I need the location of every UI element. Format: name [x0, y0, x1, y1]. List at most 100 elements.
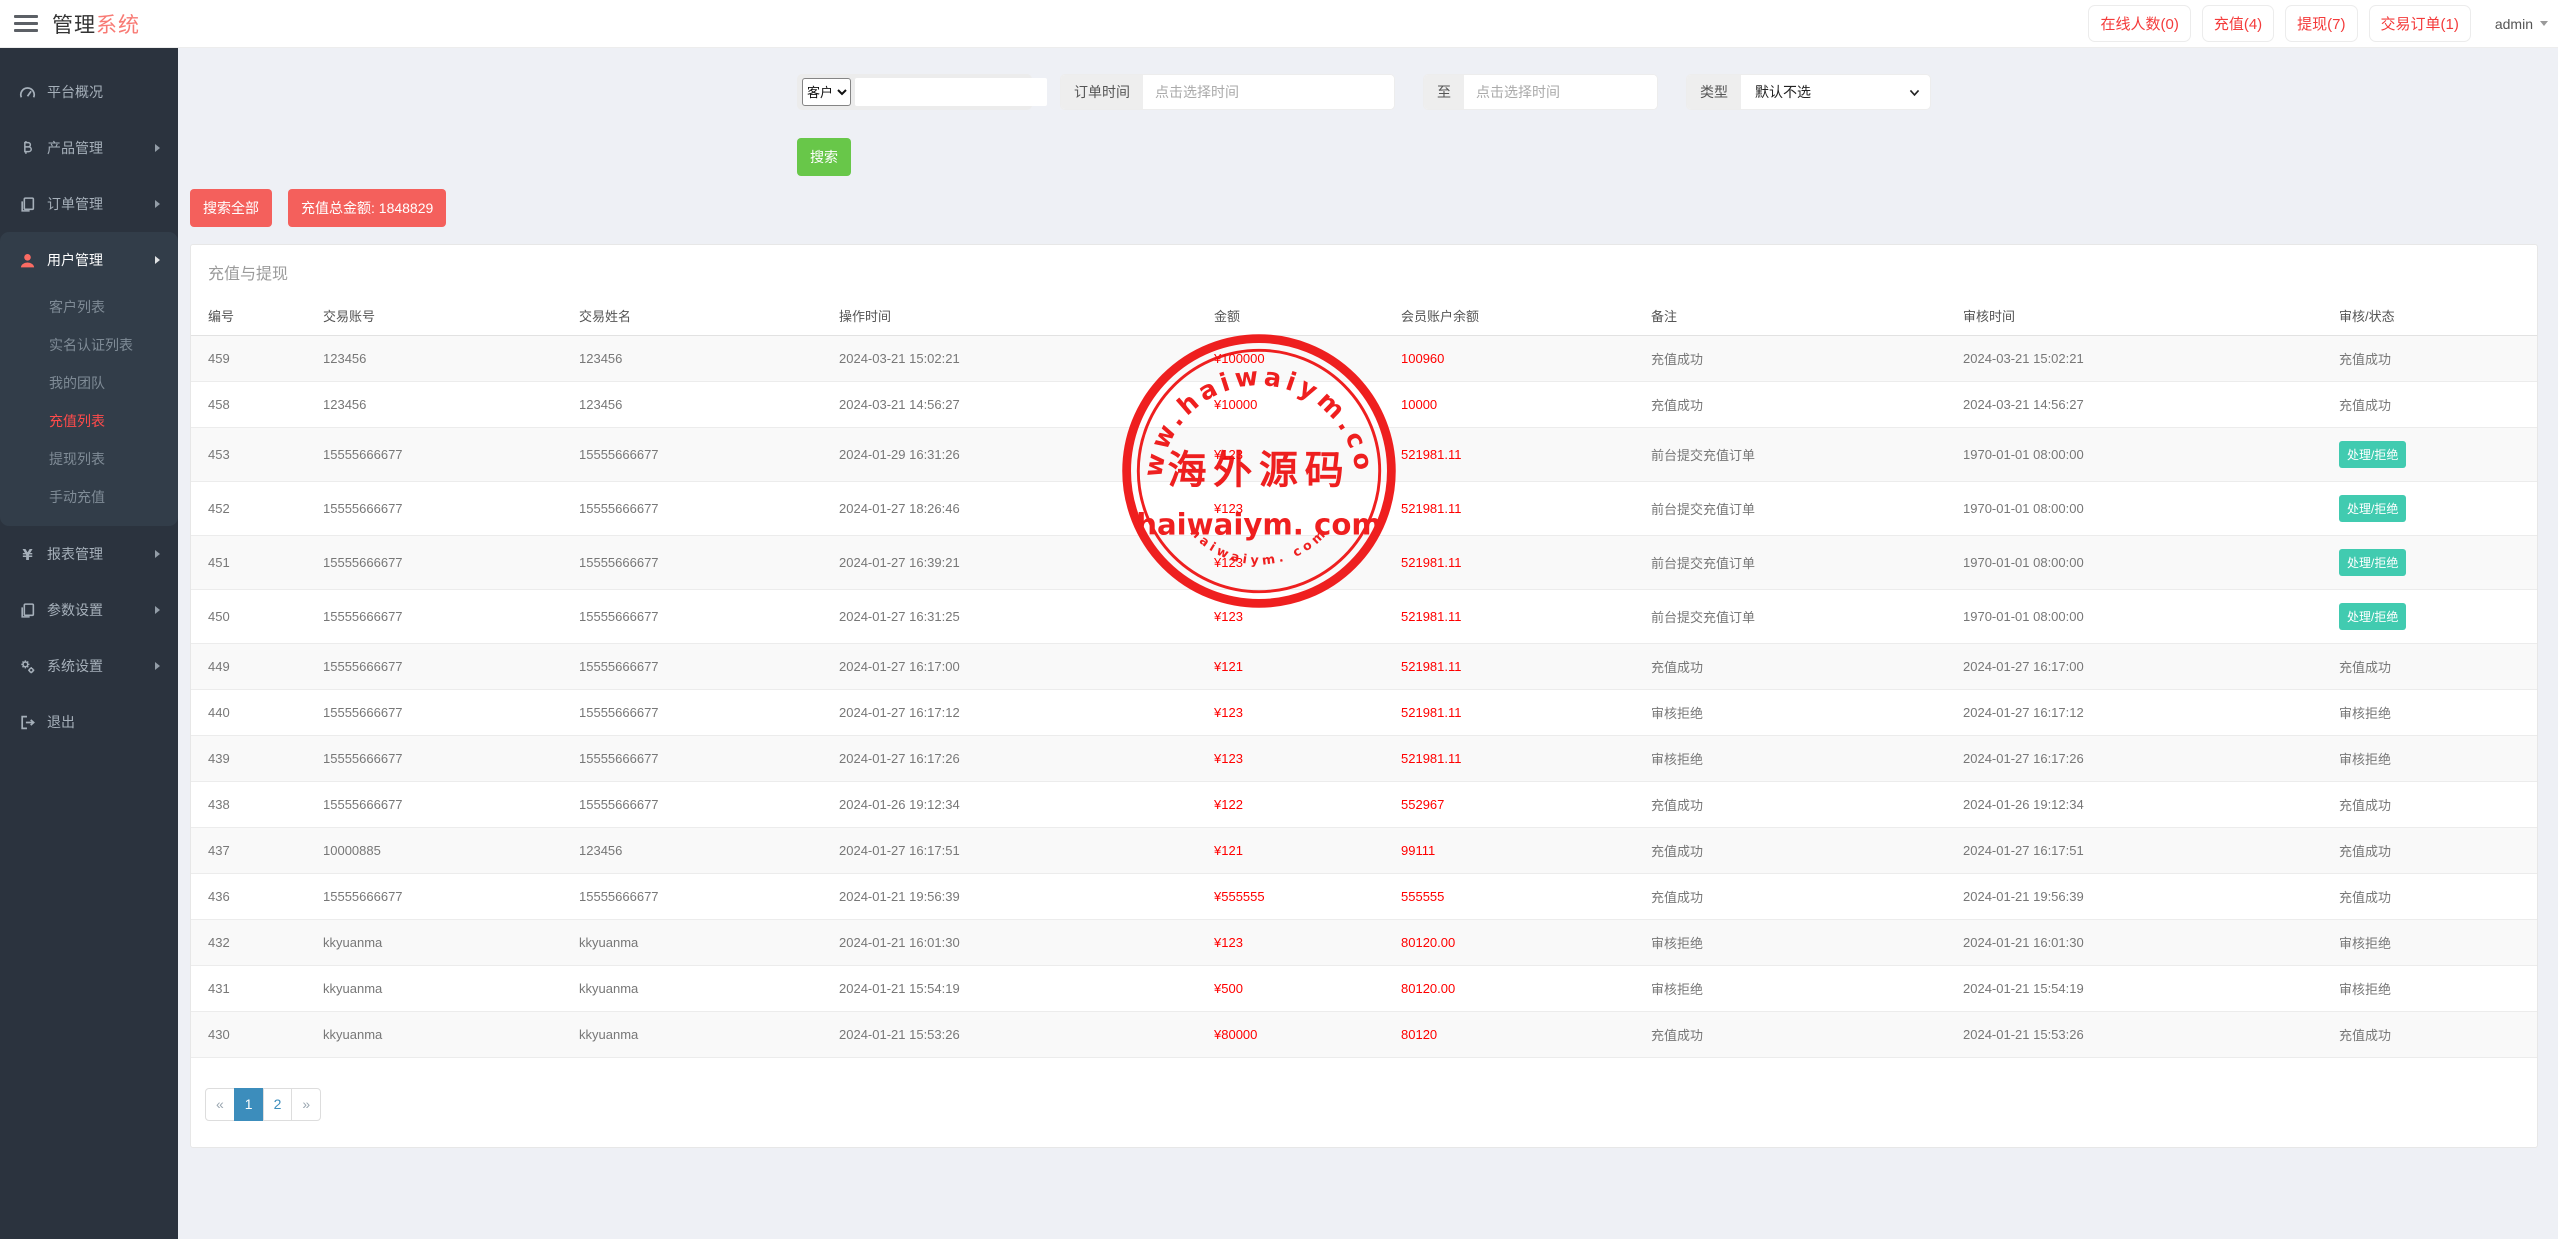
- remark-cell: 充值成功: [1634, 874, 1946, 920]
- balance-cell: 10000: [1384, 382, 1634, 428]
- sidebar-item-report-management[interactable]: ¥报表管理: [0, 526, 178, 582]
- account-cell: 123456: [306, 336, 562, 382]
- user-menu[interactable]: admin: [2485, 9, 2558, 39]
- balance-cell: 555555: [1384, 874, 1634, 920]
- page-next[interactable]: »: [291, 1088, 321, 1121]
- balance-cell: 80120: [1384, 1012, 1634, 1058]
- audit-time-cell: 2024-03-21 14:56:27: [1946, 382, 2322, 428]
- sidebar-item-system-settings[interactable]: 系统设置: [0, 638, 178, 694]
- sidebar-item-param-settings[interactable]: 参数设置: [0, 582, 178, 638]
- audit-time-cell: 2024-01-21 15:54:19: [1946, 966, 2322, 1012]
- name-cell: 15555666677: [562, 428, 822, 482]
- sidebar-submenu-user-management: 用户管理客户列表实名认证列表我的团队充值列表提现列表手动充值: [0, 232, 178, 526]
- row-id-cell: 450: [191, 590, 306, 644]
- column-header: 审核/状态: [2322, 296, 2537, 336]
- search-all-button[interactable]: 搜索全部: [190, 189, 272, 227]
- account-search-input[interactable]: [855, 78, 1047, 106]
- type-select[interactable]: 默认不选: [1741, 75, 1930, 109]
- amount-cell: ¥123: [1197, 428, 1384, 482]
- balance-cell: 521981.11: [1384, 690, 1634, 736]
- process-reject-button[interactable]: 处理/拒绝: [2339, 603, 2406, 630]
- name-cell: 15555666677: [562, 482, 822, 536]
- sidebar-subitem-customer-list[interactable]: 客户列表: [0, 288, 178, 326]
- sidebar-item-label: 产品管理: [47, 138, 103, 158]
- account-cell: 10000885: [306, 828, 562, 874]
- remark-cell: 审核拒绝: [1634, 966, 1946, 1012]
- sidebar-item-logout[interactable]: 退出: [0, 694, 178, 750]
- audit-time-cell: 1970-01-01 08:00:00: [1946, 428, 2322, 482]
- balance-cell: 521981.11: [1384, 644, 1634, 690]
- row-id-cell: 451: [191, 536, 306, 590]
- account-cell: 15555666677: [306, 690, 562, 736]
- header-link-trade-orders[interactable]: 交易订单(1): [2369, 5, 2471, 42]
- params-icon: [18, 601, 36, 619]
- chevron-down-icon: [1908, 86, 1921, 99]
- remark-cell: 充值成功: [1634, 644, 1946, 690]
- name-cell: kkyuanma: [562, 920, 822, 966]
- audit-time-cell: 2024-01-26 19:12:34: [1946, 782, 2322, 828]
- sidebar-item-order-management[interactable]: 订单管理: [0, 176, 178, 232]
- sidebar-subitem-recharge-list[interactable]: 充值列表: [0, 402, 178, 440]
- op-time-cell: 2024-01-21 16:01:30: [822, 920, 1197, 966]
- sidebar-item-product-management[interactable]: 产品管理: [0, 120, 178, 176]
- column-header: 备注: [1634, 296, 1946, 336]
- to-label: 至: [1424, 75, 1464, 109]
- page-2[interactable]: 2: [263, 1088, 293, 1121]
- page-1[interactable]: 1: [234, 1088, 264, 1121]
- name-cell: 15555666677: [562, 536, 822, 590]
- time-from-input[interactable]: [1143, 75, 1394, 109]
- status-cell: 充值成功: [2322, 874, 2537, 920]
- sidebar-item-user-management[interactable]: 用户管理: [0, 232, 178, 288]
- balance-cell: 80120.00: [1384, 920, 1634, 966]
- sidebar-subitem-realname-list[interactable]: 实名认证列表: [0, 326, 178, 364]
- user-name: admin: [2495, 16, 2533, 32]
- table-row: 45215555666677155556666772024-01-27 18:2…: [191, 482, 2537, 536]
- op-time-cell: 2024-03-21 14:56:27: [822, 382, 1197, 428]
- table-row: 44015555666677155556666772024-01-27 16:1…: [191, 690, 2537, 736]
- status-cell: 处理/拒绝: [2322, 536, 2537, 590]
- op-time-cell: 2024-01-26 19:12:34: [822, 782, 1197, 828]
- column-header: 操作时间: [822, 296, 1197, 336]
- account-cell: 15555666677: [306, 874, 562, 920]
- status-text: 审核拒绝: [2339, 936, 2391, 951]
- recharge-withdraw-panel: 充值与提现 编号交易账号交易姓名操作时间金额会员账户余额备注审核时间审核/状态 …: [190, 244, 2538, 1148]
- op-time-cell: 2024-01-27 16:17:26: [822, 736, 1197, 782]
- balance-cell: 521981.11: [1384, 428, 1634, 482]
- gears-icon: [18, 657, 36, 675]
- sidebar-subitem-manual-recharge[interactable]: 手动充值: [0, 478, 178, 516]
- header-link-online-count[interactable]: 在线人数(0): [2088, 5, 2190, 42]
- gauge-icon: [18, 83, 36, 101]
- audit-time-cell: 2024-01-27 16:17:12: [1946, 690, 2322, 736]
- header-link-recharge[interactable]: 充值(4): [2202, 5, 2274, 42]
- process-reject-button[interactable]: 处理/拒绝: [2339, 549, 2406, 576]
- remark-cell: 充值成功: [1634, 336, 1946, 382]
- page-prev[interactable]: «: [205, 1088, 235, 1121]
- time-to-input[interactable]: [1464, 75, 1657, 109]
- status-cell: 充值成功: [2322, 644, 2537, 690]
- app-logo-part1: 管理: [52, 14, 96, 37]
- row-id-cell: 458: [191, 382, 306, 428]
- sidebar-subitem-withdraw-list[interactable]: 提现列表: [0, 440, 178, 478]
- balance-cell: 521981.11: [1384, 736, 1634, 782]
- process-reject-button[interactable]: 处理/拒绝: [2339, 441, 2406, 468]
- status-cell: 审核拒绝: [2322, 690, 2537, 736]
- status-text: 充值成功: [2339, 1028, 2391, 1043]
- op-time-cell: 2024-01-27 16:31:25: [822, 590, 1197, 644]
- search-button[interactable]: 搜索: [797, 138, 851, 176]
- sidebar-subitem-my-team[interactable]: 我的团队: [0, 364, 178, 402]
- row-id-cell: 453: [191, 428, 306, 482]
- column-header: 交易姓名: [562, 296, 822, 336]
- op-time-cell: 2024-01-27 18:26:46: [822, 482, 1197, 536]
- sidebar-item-platform-overview[interactable]: 平台概况: [0, 64, 178, 120]
- account-type-select[interactable]: 客户: [802, 78, 851, 106]
- table-row: 43915555666677155556666772024-01-27 16:1…: [191, 736, 2537, 782]
- status-cell: 充值成功: [2322, 382, 2537, 428]
- name-cell: 15555666677: [562, 644, 822, 690]
- status-text: 审核拒绝: [2339, 982, 2391, 997]
- row-id-cell: 439: [191, 736, 306, 782]
- type-select-value: 默认不选: [1755, 82, 1811, 102]
- process-reject-button[interactable]: 处理/拒绝: [2339, 495, 2406, 522]
- header-link-withdraw[interactable]: 提现(7): [2285, 5, 2357, 42]
- name-cell: 15555666677: [562, 874, 822, 920]
- hamburger-menu-icon[interactable]: [14, 11, 38, 36]
